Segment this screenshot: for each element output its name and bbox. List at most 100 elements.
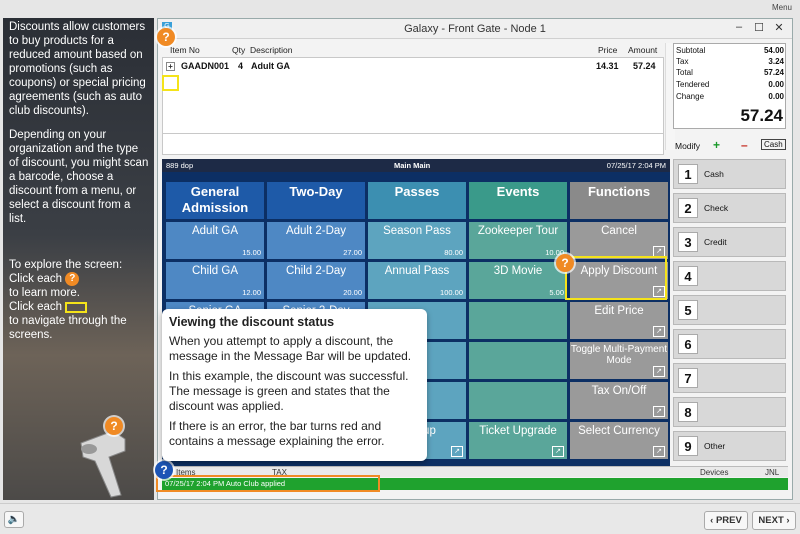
select-currency-button[interactable]: Select Currency ↗ bbox=[570, 422, 668, 459]
table-row[interactable]: + GAADN001 4 Adult GA 14.31 57.24 bbox=[163, 60, 663, 73]
intro-paragraph: Discounts allow customers to buy product… bbox=[9, 21, 146, 117]
product-ticket-upgrade[interactable]: Ticket Upgrade ↗ bbox=[469, 422, 567, 459]
entry-bar bbox=[162, 133, 664, 155]
apply-discount-highlight[interactable] bbox=[565, 256, 667, 300]
modify-label: Modify bbox=[675, 141, 701, 151]
grid-header: Item No Qty Description Price Amount bbox=[162, 43, 664, 57]
launch-icon: ↗ bbox=[653, 366, 665, 377]
function-label: Edit Price bbox=[594, 305, 644, 317]
tab-functions[interactable]: Functions bbox=[570, 182, 668, 219]
hotspot-scanner-icon[interactable]: ? bbox=[105, 417, 123, 435]
fkey-6[interactable]: 6 bbox=[673, 329, 786, 359]
minimize-icon[interactable]: – bbox=[732, 21, 746, 33]
callout-paragraph-1: When you attempt to apply a discount, th… bbox=[169, 334, 412, 363]
message-bar-highlight[interactable] bbox=[156, 475, 380, 492]
toggle-multi-payment-button[interactable]: Toggle Multi-Payment Mode ↗ bbox=[570, 342, 668, 379]
fkey-5[interactable]: 5 bbox=[673, 295, 786, 325]
callout-paragraph-2: In this example, the discount was succes… bbox=[169, 369, 409, 413]
menu-status-bar: 889 dop Main Main 07/25/17 2:04 PM bbox=[162, 159, 670, 172]
maximize-icon[interactable]: ☐ bbox=[752, 21, 766, 34]
close-icon[interactable]: ✕ bbox=[772, 21, 786, 34]
fkey-8[interactable]: 8 bbox=[673, 397, 786, 427]
tab-two-day[interactable]: Two-Day bbox=[267, 182, 365, 219]
product-zookeeper-tour[interactable]: Zookeeper Tour 10.00 bbox=[469, 222, 567, 259]
fkey-7[interactable]: 7 bbox=[673, 363, 786, 393]
function-label: Select Currency bbox=[578, 425, 660, 437]
product-adult-2-day[interactable]: Adult 2-Day 27.00 bbox=[267, 222, 365, 259]
product-label: Child 2-Day bbox=[285, 265, 347, 277]
expand-icon[interactable]: + bbox=[166, 62, 175, 71]
fkey-other[interactable]: 9 Other bbox=[673, 431, 786, 461]
expander-highlight[interactable] bbox=[162, 75, 179, 91]
col-amount: Amount bbox=[628, 45, 658, 55]
product-3d-movie[interactable]: 3D Movie 5.00 bbox=[469, 262, 567, 299]
hotspot-message-bar-icon[interactable]: ? bbox=[155, 461, 173, 479]
status-jnl: JNL bbox=[765, 468, 780, 477]
row-item-no: GAADN001 bbox=[181, 61, 230, 71]
next-button[interactable]: NEXT › bbox=[752, 511, 796, 530]
function-label: Toggle Multi-Payment Mode bbox=[570, 344, 668, 366]
tab-passes[interactable]: Passes bbox=[368, 182, 466, 219]
launch-icon: ↗ bbox=[552, 446, 564, 457]
tab-events[interactable]: Events bbox=[469, 182, 567, 219]
menu-link[interactable]: Menu bbox=[772, 3, 792, 12]
function-label: Cancel bbox=[601, 225, 637, 237]
callout-title: Viewing the discount status bbox=[169, 315, 335, 329]
cash-button[interactable]: Cash bbox=[761, 139, 786, 150]
modify-row: Modify + – Cash bbox=[673, 137, 786, 155]
menu-bar-datetime: 07/25/17 2:04 PM bbox=[606, 161, 666, 170]
minus-icon[interactable]: – bbox=[741, 138, 748, 152]
product-label: Annual Pass bbox=[384, 265, 450, 277]
fkey-credit[interactable]: 3 Credit bbox=[673, 227, 786, 257]
launch-icon: ↗ bbox=[653, 406, 665, 417]
fkey-cash[interactable]: 1 Cash bbox=[673, 159, 786, 189]
product-label: Child GA bbox=[191, 265, 239, 277]
hotspot-apply-discount-icon[interactable]: ? bbox=[556, 254, 574, 272]
cancel-button[interactable]: Cancel ↗ bbox=[570, 222, 668, 259]
prev-button[interactable]: ‹ PREV bbox=[704, 511, 748, 530]
launch-icon: ↗ bbox=[451, 446, 463, 457]
events-empty-2[interactable] bbox=[469, 342, 567, 379]
product-price: 27.00 bbox=[343, 248, 362, 257]
fkey-number: 7 bbox=[678, 368, 698, 388]
window-title: Galaxy - Front Gate - Node 1 bbox=[404, 23, 546, 35]
fkey-number: 3 bbox=[678, 232, 698, 252]
tax-on-off-button[interactable]: Tax On/Off ↗ bbox=[570, 382, 668, 419]
product-price: 5.00 bbox=[549, 288, 564, 297]
fkey-number: 6 bbox=[678, 334, 698, 354]
fkey-4[interactable]: 4 bbox=[673, 261, 786, 291]
col-price: Price bbox=[598, 45, 618, 55]
fkey-label: Cash bbox=[704, 169, 724, 179]
callout-paragraph-3: If there is an error, the bar turns red … bbox=[169, 419, 385, 448]
product-label: Season Pass bbox=[383, 225, 451, 237]
product-label: Ticket Upgrade bbox=[479, 425, 557, 437]
product-child-2-day[interactable]: Child 2-Day 20.00 bbox=[267, 262, 365, 299]
row-price: 14.31 bbox=[596, 61, 619, 71]
fkey-check[interactable]: 2 Check bbox=[673, 193, 786, 223]
detail-paragraph: Depending on your organization and the t… bbox=[9, 129, 149, 225]
col-item-no: Item No bbox=[170, 45, 200, 55]
tab-general-admission[interactable]: General Admission bbox=[166, 182, 264, 219]
product-season-pass[interactable]: Season Pass 80.00 bbox=[368, 222, 466, 259]
product-annual-pass[interactable]: Annual Pass 100.00 bbox=[368, 262, 466, 299]
instruction-panel: Discounts allow customers to buy product… bbox=[3, 18, 154, 500]
fkey-number: 4 bbox=[678, 266, 698, 286]
stage: Menu Discounts allow customers to buy pr… bbox=[0, 0, 800, 534]
volume-icon[interactable]: 🔈 bbox=[4, 511, 24, 528]
plus-icon[interactable]: + bbox=[713, 138, 720, 152]
change-value: 0.00 bbox=[768, 92, 784, 101]
change-label: Change bbox=[676, 92, 705, 101]
events-empty-1[interactable] bbox=[469, 302, 567, 339]
hotspot-grid-icon[interactable]: ? bbox=[157, 28, 175, 46]
row-qty: 4 bbox=[238, 61, 244, 71]
fkey-label: Check bbox=[704, 203, 729, 213]
edit-price-button[interactable]: Edit Price ↗ bbox=[570, 302, 668, 339]
fkey-label: Credit bbox=[704, 237, 727, 247]
product-child-ga[interactable]: Child GA 12.00 bbox=[166, 262, 264, 299]
product-adult-ga[interactable]: Adult GA 15.00 bbox=[166, 222, 264, 259]
fkey-label: Other bbox=[704, 441, 726, 451]
events-empty-3[interactable] bbox=[469, 382, 567, 419]
click-each-label-2: Click each bbox=[9, 301, 63, 314]
col-qty: Qty bbox=[232, 45, 246, 55]
learn-more-label: to learn more. bbox=[9, 287, 80, 300]
